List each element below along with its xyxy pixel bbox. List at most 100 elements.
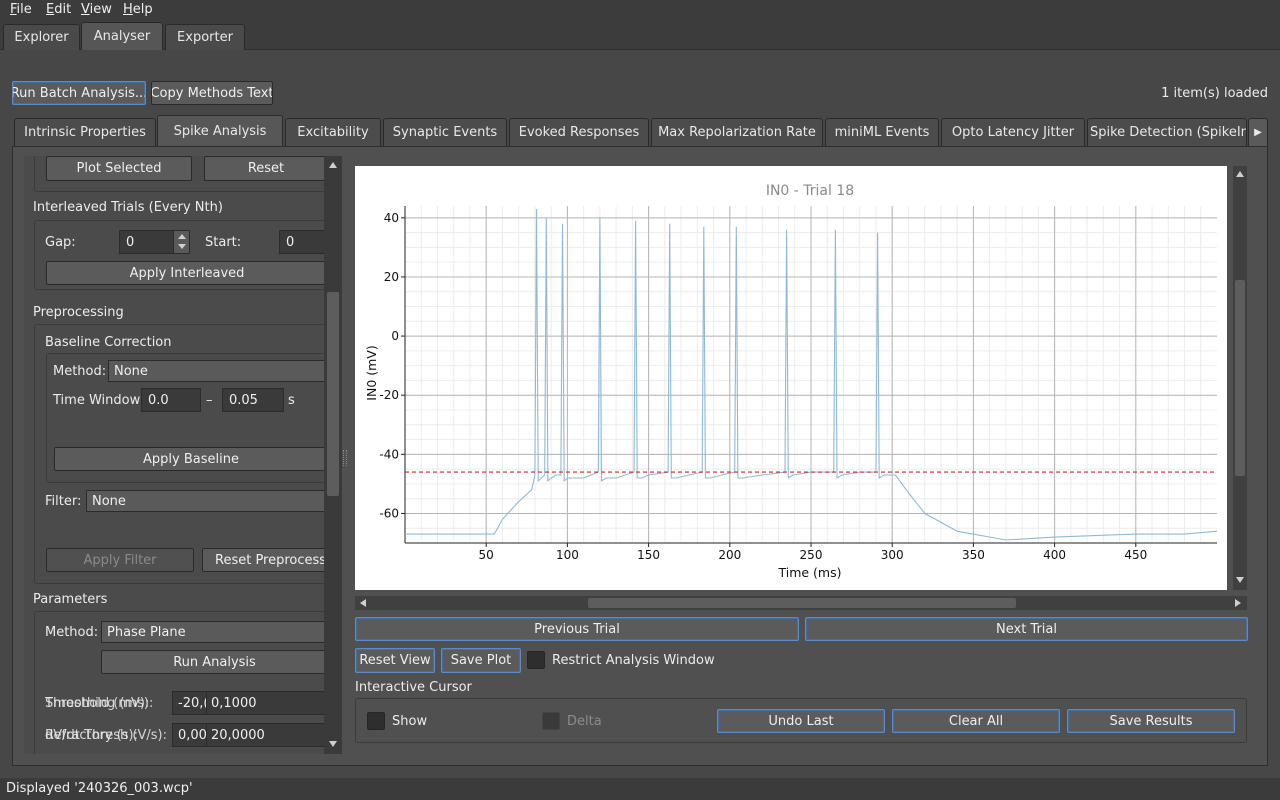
copy-methods-text-button[interactable]: Copy Methods Text (151, 81, 273, 105)
tab-spike-detection[interactable]: Spike Detection (SpikeInt (1087, 118, 1247, 146)
menu-file[interactable]: File (10, 2, 32, 17)
interleaved-trials-title: Interleaved Trials (Every Nth) (33, 200, 223, 215)
reset-button[interactable]: Reset (204, 156, 324, 181)
splitter-handle[interactable] (343, 450, 347, 466)
delta-checkbox[interactable] (542, 712, 560, 730)
y-tick-label: -40 (379, 447, 399, 461)
scroll-right-icon[interactable] (1235, 599, 1241, 607)
menu-edit[interactable]: Edit (46, 2, 71, 17)
status-bar: Displayed '240326_003.wcp' (0, 778, 1280, 800)
x-tick-label: 350 (962, 548, 985, 562)
left-panel-scroll-thumb[interactable] (327, 292, 339, 496)
parameters-scroll-area: Plot Selected Reset Interleaved Trials (… (24, 156, 324, 754)
baseline-method-label: Method: (53, 364, 107, 379)
reset-view-button[interactable]: Reset View (355, 648, 435, 673)
tab-intrinsic-properties[interactable]: Intrinsic Properties (14, 118, 156, 146)
trace-plot[interactable]: IN0 - Trial 18 Time (ms) IN0 (mV) 50 100 1… (355, 166, 1227, 590)
chart-y-axis-label: IN0 (mV) (364, 345, 379, 400)
undo-last-button[interactable]: Undo Last (717, 709, 885, 733)
time-window-end-input[interactable]: 0.05 (222, 388, 284, 412)
tab-exporter[interactable]: Exporter (165, 24, 245, 50)
plot-selected-button[interactable]: Plot Selected (46, 156, 192, 181)
main-tab-bar: Explorer Analyser Exporter (0, 20, 1280, 50)
tab-evoked-responses[interactable]: Evoked Responses (509, 118, 649, 146)
plot-horizontal-scrollbar[interactable] (355, 596, 1247, 610)
chart-title: IN0 - Trial 18 (766, 183, 854, 199)
refractory-input[interactable]: 20,0000 (206, 723, 324, 747)
dvdt-threshold-input[interactable]: 0,00 (172, 723, 208, 747)
save-plot-button[interactable]: Save Plot (441, 648, 521, 673)
run-analysis-button[interactable]: Run Analysis (101, 650, 324, 674)
menu-view[interactable]: View (81, 2, 112, 17)
save-results-button[interactable]: Save Results (1067, 709, 1235, 733)
x-tick-label: 150 (637, 548, 660, 562)
smoothing-input[interactable]: 0,1000 (206, 691, 324, 715)
baseline-correction-title: Baseline Correction (45, 335, 172, 350)
y-tick-label: -60 (379, 506, 399, 520)
x-tick-label: 200 (718, 548, 741, 562)
baseline-method-select[interactable]: None (108, 360, 324, 382)
items-loaded-label: 1 item(s) loaded (1161, 86, 1268, 101)
scroll-down-icon[interactable] (329, 741, 337, 747)
y-tick-label: 0 (391, 329, 399, 343)
tab-excitability[interactable]: Excitability (285, 118, 381, 146)
interactive-cursor-title: Interactive Cursor (355, 680, 472, 695)
plot-vscroll-thumb[interactable] (1235, 280, 1245, 476)
scroll-left-icon[interactable] (360, 599, 366, 607)
tab-synaptic-events[interactable]: Synaptic Events (383, 118, 507, 146)
restrict-analysis-window-label: Restrict Analysis Window (552, 653, 715, 668)
plot-hscroll-thumb[interactable] (588, 598, 1016, 608)
clear-all-button[interactable]: Clear All (892, 709, 1060, 733)
plot-vertical-scrollbar[interactable] (1233, 166, 1247, 590)
time-window-dash: – (206, 393, 213, 408)
left-panel-scrollbar[interactable] (324, 156, 342, 754)
status-text: Displayed '240326_003.wcp' (6, 781, 193, 796)
trace-chart[interactable]: IN0 - Trial 18 Time (ms) IN0 (mV) 50 100 1… (355, 166, 1227, 590)
next-trial-button[interactable]: Next Trial (805, 617, 1248, 641)
time-window-start-input[interactable]: 0.0 (141, 388, 201, 412)
previous-trial-button[interactable]: Previous Trial (355, 617, 799, 641)
chart-x-axis-label: Time (ms) (777, 565, 841, 580)
reset-preprocessing-button[interactable]: Reset Preprocessi (202, 548, 324, 572)
filter-label: Filter: (45, 494, 82, 509)
apply-filter-button[interactable]: Apply Filter (46, 548, 194, 572)
threshold-input[interactable]: -20,( (172, 691, 208, 715)
chevron-up-icon (178, 234, 186, 239)
show-cursor-checkbox[interactable] (367, 712, 385, 730)
y-tick-label: -20 (379, 388, 399, 402)
parameters-title: Parameters (33, 592, 108, 607)
analysis-tab-bar: Intrinsic Properties Spike Analysis Exci… (12, 115, 1268, 146)
y-tick-label: 40 (384, 211, 399, 225)
scroll-up-icon[interactable] (1236, 171, 1244, 177)
apply-interleaved-button[interactable]: Apply Interleaved (46, 261, 324, 285)
refractory-label: Refractory (s): (45, 728, 138, 743)
scroll-down-icon[interactable] (1236, 577, 1244, 583)
restrict-analysis-window-checkbox[interactable] (527, 651, 545, 669)
gap-spinbox-arrows[interactable] (173, 231, 189, 253)
tab-explorer[interactable]: Explorer (3, 24, 80, 50)
x-tick-label: 300 (881, 548, 904, 562)
menu-help[interactable]: Help (123, 2, 153, 17)
show-cursor-label: Show (392, 714, 428, 729)
menu-bar: File Edit View Help (0, 0, 1280, 20)
preprocessing-title: Preprocessing (33, 305, 124, 320)
x-tick-label: 50 (479, 548, 494, 562)
x-tick-label: 450 (1124, 548, 1147, 562)
x-tick-label: 100 (556, 548, 579, 562)
start-spinbox[interactable]: 0 (279, 230, 324, 254)
tab-opto-latency-jitter[interactable]: Opto Latency Jitter (941, 118, 1085, 146)
tab-miniml-events[interactable]: miniML Events (825, 118, 939, 146)
tab-analyser[interactable]: Analyser (81, 22, 163, 50)
tab-spike-analysis[interactable]: Spike Analysis (157, 115, 283, 146)
delta-label: Delta (567, 714, 602, 729)
scroll-up-icon[interactable] (329, 162, 337, 168)
time-window-label: Time Window: (53, 393, 144, 408)
detection-method-select[interactable]: Phase Plane (101, 621, 324, 643)
tab-scroll-right-button[interactable]: ▶ (1248, 118, 1268, 146)
detection-method-label: Method: (45, 625, 99, 640)
filter-select[interactable]: None (86, 490, 324, 512)
apply-baseline-button[interactable]: Apply Baseline (54, 447, 324, 471)
start-label: Start: (205, 235, 242, 250)
run-batch-analysis-button[interactable]: Run Batch Analysis... (12, 81, 146, 105)
tab-max-repolarization-rate[interactable]: Max Repolarization Rate (651, 118, 823, 146)
